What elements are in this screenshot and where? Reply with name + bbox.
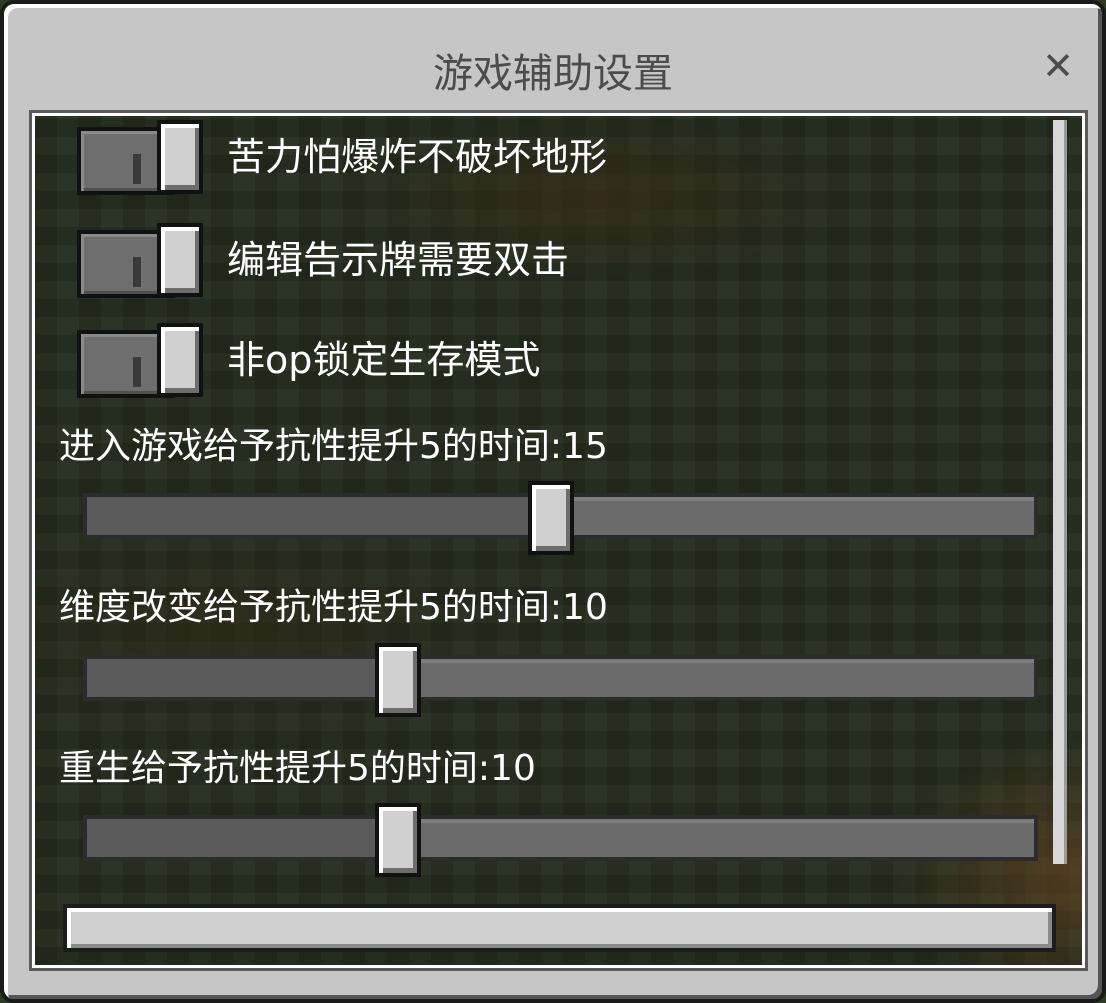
toggle-row-creeper: 苦力怕爆炸不破坏地形 (75, 118, 1035, 198)
respawn-resistance-time-label: 重生给予抗性提升5的时间:10 (59, 748, 536, 789)
join-resistance-time-slider[interactable] (83, 481, 1038, 555)
vertical-scrollbar[interactable] (1053, 120, 1067, 864)
respawn-resistance-time-slider[interactable] (83, 803, 1038, 877)
dialog-title: 游戏辅助设置 (433, 51, 673, 97)
settings-scroll-area: 苦力怕爆炸不破坏地形 编辑告示牌需要双击 非op锁定生存模式 进入游戏给予抗性提… (32, 113, 1085, 968)
toggle-label: 非op锁定生存模式 (227, 338, 541, 382)
dimension-change-resistance-time-slider[interactable] (83, 643, 1038, 717)
slider-fill (87, 659, 398, 697)
slider-fill (87, 819, 398, 857)
creeper-explosion-toggle[interactable] (75, 118, 207, 198)
toggle-knob[interactable] (157, 223, 203, 297)
toggle-knob[interactable] (157, 323, 203, 397)
slider-thumb[interactable] (375, 803, 421, 877)
slider-thumb[interactable] (528, 481, 574, 555)
toggle-label: 苦力怕爆炸不破坏地形 (227, 135, 608, 179)
non-op-survival-lock-toggle[interactable] (75, 321, 207, 401)
slider-thumb[interactable] (375, 643, 421, 717)
toggle-knob[interactable] (157, 120, 203, 194)
close-icon[interactable]: ✕ (1034, 42, 1082, 90)
toggle-row-survival-lock: 非op锁定生存模式 (75, 321, 1035, 401)
join-resistance-time-label: 进入游戏给予抗性提升5的时间:15 (59, 426, 608, 467)
toggle-row-sign-edit: 编辑告示牌需要双击 (75, 221, 1035, 301)
sign-edit-double-click-toggle[interactable] (75, 221, 207, 301)
dimension-change-resistance-time-label: 维度改变给予抗性提升5的时间:10 (59, 587, 608, 628)
slider-fill (87, 497, 551, 535)
bottom-button[interactable] (63, 904, 1056, 952)
toggle-label: 编辑告示牌需要双击 (227, 238, 570, 282)
settings-dialog: 游戏辅助设置 ✕ 苦力怕爆炸不破坏地形 编辑告示牌需要双击 非op锁定生存模式 (0, 0, 1106, 1003)
